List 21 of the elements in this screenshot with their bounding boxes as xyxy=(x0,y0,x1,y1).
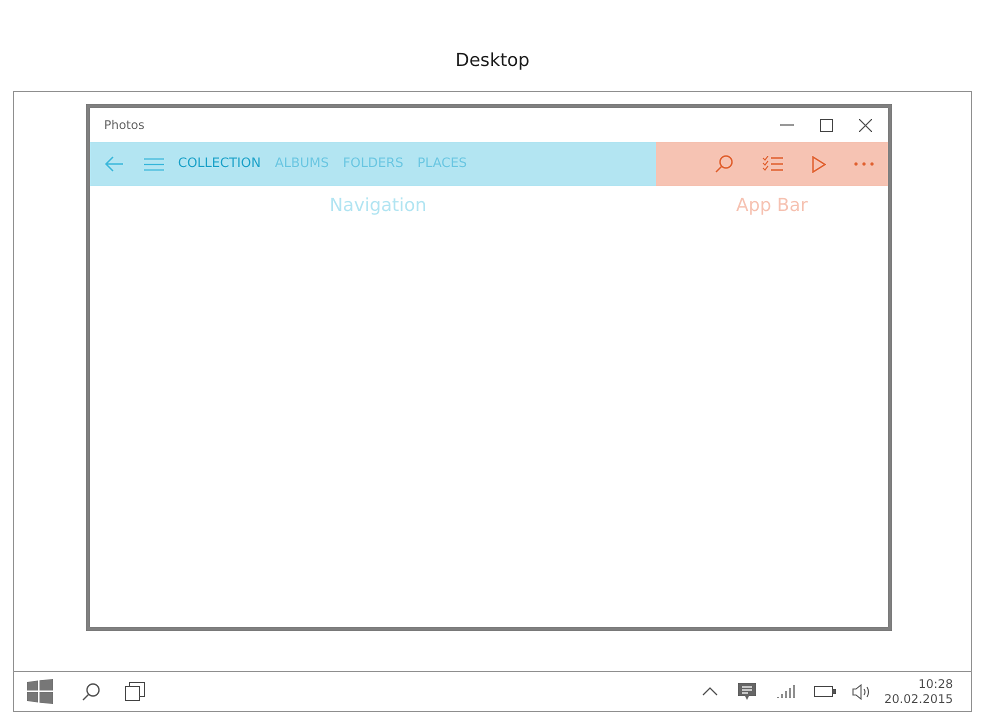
minimize-icon[interactable] xyxy=(780,124,794,126)
maximize-icon[interactable] xyxy=(820,118,833,132)
nav-tab[interactable]: COLLECTION xyxy=(178,154,261,174)
nav-tab[interactable]: PLACES xyxy=(417,154,467,174)
checklist-icon[interactable] xyxy=(762,156,784,172)
close-icon[interactable] xyxy=(859,118,872,132)
battery-icon[interactable] xyxy=(814,686,836,697)
search-icon[interactable] xyxy=(81,682,101,702)
clock-date: 20.02.2015 xyxy=(884,692,953,706)
nav-tab[interactable]: ALBUMS xyxy=(274,154,329,174)
window-title: Photos xyxy=(103,117,144,134)
signal-icon[interactable] xyxy=(776,684,796,698)
chevron-up-icon[interactable] xyxy=(702,687,718,696)
app-bar-annotation: App Bar xyxy=(736,194,808,218)
nav-tab[interactable]: FOLDERS xyxy=(342,154,404,174)
navigation-annotation: Navigation xyxy=(329,194,427,218)
windows-logo-icon[interactable] xyxy=(27,679,53,704)
clock-time: 10:28 xyxy=(918,676,953,692)
notification-icon[interactable] xyxy=(738,682,756,700)
desktop-label: Desktop xyxy=(455,49,530,73)
task-view-icon[interactable] xyxy=(125,682,145,701)
